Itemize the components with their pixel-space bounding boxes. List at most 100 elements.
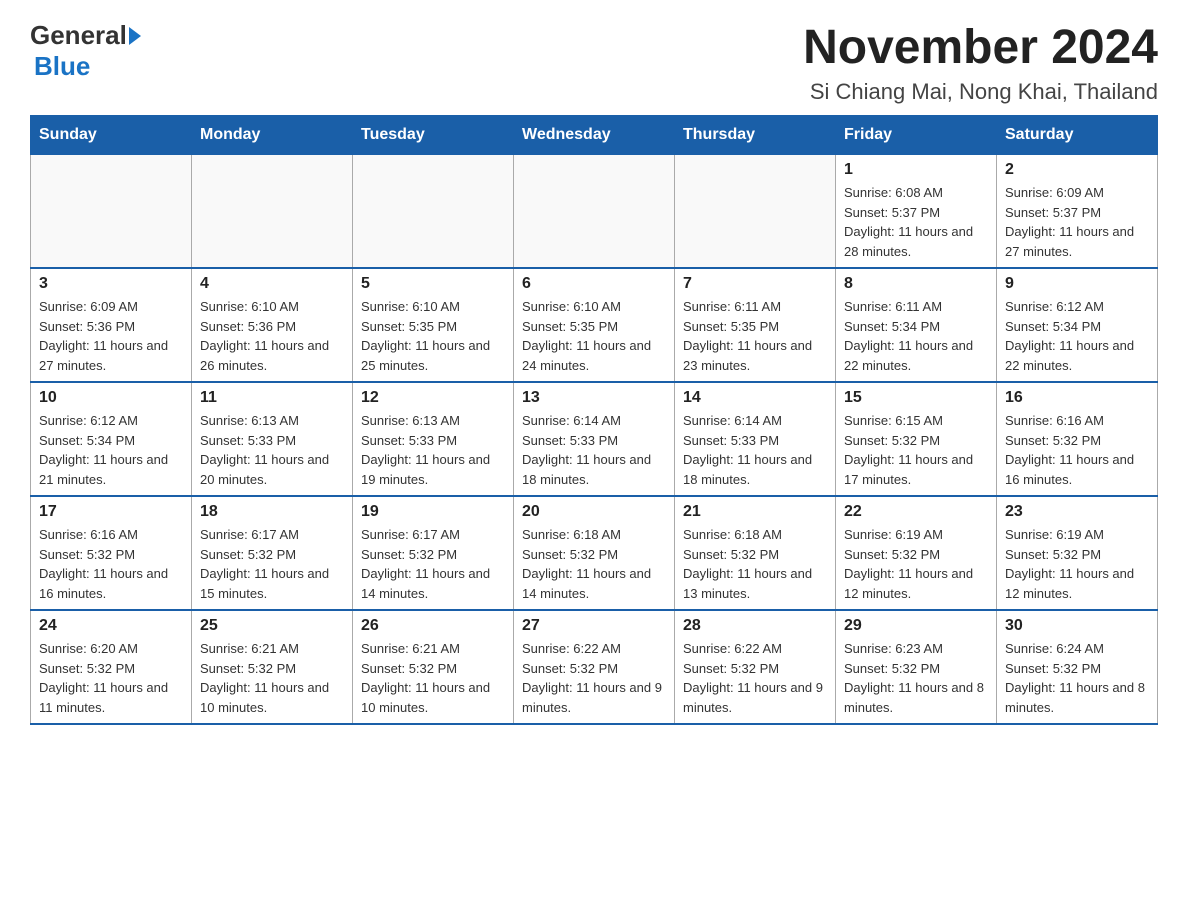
calendar-day-cell: 23 Sunrise: 6:19 AM Sunset: 5:32 PM Dayli… (997, 496, 1158, 610)
day-number: 30 (1005, 617, 1149, 635)
calendar-day-cell: 3Sunrise: 6:09 AM Sunset: 5:36 PM Daylig… (31, 268, 192, 382)
calendar-day-cell: 13 Sunrise: 6:14 AM Sunset: 5:33 PM Dayli… (514, 382, 675, 496)
calendar-day-cell: 8 Sunrise: 6:11 AM Sunset: 5:34 PM Daylig… (836, 268, 997, 382)
day-info: Sunrise: 6:14 AM Sunset: 5:33 PM Dayligh… (522, 411, 666, 489)
day-info: Sunrise: 6:17 AM Sunset: 5:32 PM Dayligh… (361, 525, 505, 603)
day-number: 15 (844, 389, 988, 407)
day-number: 8 (844, 275, 988, 293)
calendar-header-cell: Saturday (997, 116, 1158, 155)
calendar-day-cell (675, 155, 836, 269)
day-number: 4 (200, 275, 344, 293)
day-info: Sunrise: 6:22 AM Sunset: 5:32 PM Dayligh… (522, 639, 666, 717)
day-info: Sunrise: 6:24 AM Sunset: 5:32 PM Dayligh… (1005, 639, 1149, 717)
day-number: 29 (844, 617, 988, 635)
day-info: Sunrise: 6:18 AM Sunset: 5:32 PM Dayligh… (522, 525, 666, 603)
day-info: Sunrise: 6:16 AM Sunset: 5:32 PM Dayligh… (39, 525, 183, 603)
calendar-day-cell: 20 Sunrise: 6:18 AM Sunset: 5:32 PM Dayli… (514, 496, 675, 610)
calendar-day-cell: 28Sunrise: 6:22 AM Sunset: 5:32 PM Dayli… (675, 610, 836, 724)
calendar-day-cell: 21Sunrise: 6:18 AM Sunset: 5:32 PM Dayli… (675, 496, 836, 610)
subtitle: Si Chiang Mai, Nong Khai, Thailand (803, 79, 1158, 105)
title-block: November 2024 Si Chiang Mai, Nong Khai, … (803, 20, 1158, 105)
day-info: Sunrise: 6:10 AM Sunset: 5:36 PM Dayligh… (200, 297, 344, 375)
day-info: Sunrise: 6:17 AM Sunset: 5:32 PM Dayligh… (200, 525, 344, 603)
day-number: 10 (39, 389, 183, 407)
calendar-day-cell: 26 Sunrise: 6:21 AM Sunset: 5:32 PM Dayli… (353, 610, 514, 724)
day-info: Sunrise: 6:14 AM Sunset: 5:33 PM Dayligh… (683, 411, 827, 489)
calendar-day-cell: 24Sunrise: 6:20 AM Sunset: 5:32 PM Dayli… (31, 610, 192, 724)
calendar-day-cell: 9Sunrise: 6:12 AM Sunset: 5:34 PM Daylig… (997, 268, 1158, 382)
calendar-day-cell: 16 Sunrise: 6:16 AM Sunset: 5:32 PM Dayli… (997, 382, 1158, 496)
calendar-table: SundayMondayTuesdayWednesdayThursdayFrid… (30, 115, 1158, 725)
calendar-day-cell: 6 Sunrise: 6:10 AM Sunset: 5:35 PM Daylig… (514, 268, 675, 382)
day-info: Sunrise: 6:18 AM Sunset: 5:32 PM Dayligh… (683, 525, 827, 603)
day-info: Sunrise: 6:11 AM Sunset: 5:35 PM Dayligh… (683, 297, 827, 375)
day-number: 25 (200, 617, 344, 635)
calendar-header-cell: Thursday (675, 116, 836, 155)
day-number: 12 (361, 389, 505, 407)
day-number: 13 (522, 389, 666, 407)
day-number: 2 (1005, 161, 1149, 179)
calendar-day-cell: 11Sunrise: 6:13 AM Sunset: 5:33 PM Dayli… (192, 382, 353, 496)
day-info: Sunrise: 6:23 AM Sunset: 5:32 PM Dayligh… (844, 639, 988, 717)
calendar-day-cell: 27 Sunrise: 6:22 AM Sunset: 5:32 PM Dayli… (514, 610, 675, 724)
calendar-day-cell: 1 Sunrise: 6:08 AM Sunset: 5:37 PM Daylig… (836, 155, 997, 269)
day-info: Sunrise: 6:13 AM Sunset: 5:33 PM Dayligh… (200, 411, 344, 489)
calendar-body: 1 Sunrise: 6:08 AM Sunset: 5:37 PM Daylig… (31, 155, 1158, 725)
day-info: Sunrise: 6:19 AM Sunset: 5:32 PM Dayligh… (1005, 525, 1149, 603)
calendar-day-cell: 15Sunrise: 6:15 AM Sunset: 5:32 PM Dayli… (836, 382, 997, 496)
day-info: Sunrise: 6:10 AM Sunset: 5:35 PM Dayligh… (361, 297, 505, 375)
day-number: 19 (361, 503, 505, 521)
calendar-day-cell: 14 Sunrise: 6:14 AM Sunset: 5:33 PM Dayli… (675, 382, 836, 496)
logo-arrow-icon (129, 27, 141, 45)
calendar-day-cell: 2 Sunrise: 6:09 AM Sunset: 5:37 PM Daylig… (997, 155, 1158, 269)
day-number: 5 (361, 275, 505, 293)
day-number: 20 (522, 503, 666, 521)
calendar-header-cell: Sunday (31, 116, 192, 155)
day-info: Sunrise: 6:11 AM Sunset: 5:34 PM Dayligh… (844, 297, 988, 375)
logo-general-text: General (30, 20, 127, 51)
day-info: Sunrise: 6:13 AM Sunset: 5:33 PM Dayligh… (361, 411, 505, 489)
day-number: 26 (361, 617, 505, 635)
calendar-day-cell: 4 Sunrise: 6:10 AM Sunset: 5:36 PM Daylig… (192, 268, 353, 382)
day-info: Sunrise: 6:20 AM Sunset: 5:32 PM Dayligh… (39, 639, 183, 717)
calendar-day-cell (31, 155, 192, 269)
calendar-week-row: 1 Sunrise: 6:08 AM Sunset: 5:37 PM Daylig… (31, 155, 1158, 269)
logo-blue-text: Blue (34, 51, 90, 81)
calendar-header-cell: Tuesday (353, 116, 514, 155)
day-number: 6 (522, 275, 666, 293)
calendar-day-cell: 19 Sunrise: 6:17 AM Sunset: 5:32 PM Dayli… (353, 496, 514, 610)
calendar-week-row: 17 Sunrise: 6:16 AM Sunset: 5:32 PM Dayli… (31, 496, 1158, 610)
calendar-day-cell: 12 Sunrise: 6:13 AM Sunset: 5:33 PM Dayli… (353, 382, 514, 496)
day-number: 27 (522, 617, 666, 635)
day-info: Sunrise: 6:22 AM Sunset: 5:32 PM Dayligh… (683, 639, 827, 717)
calendar-day-cell (353, 155, 514, 269)
day-info: Sunrise: 6:10 AM Sunset: 5:35 PM Dayligh… (522, 297, 666, 375)
calendar-day-cell: 25Sunrise: 6:21 AM Sunset: 5:32 PM Dayli… (192, 610, 353, 724)
logo: General Blue (30, 20, 141, 82)
calendar-header-cell: Monday (192, 116, 353, 155)
day-info: Sunrise: 6:08 AM Sunset: 5:37 PM Dayligh… (844, 183, 988, 261)
calendar-day-cell: 10 Sunrise: 6:12 AM Sunset: 5:34 PM Dayli… (31, 382, 192, 496)
calendar-week-row: 24Sunrise: 6:20 AM Sunset: 5:32 PM Dayli… (31, 610, 1158, 724)
day-number: 22 (844, 503, 988, 521)
day-number: 1 (844, 161, 988, 179)
day-info: Sunrise: 6:09 AM Sunset: 5:37 PM Dayligh… (1005, 183, 1149, 261)
calendar-week-row: 10 Sunrise: 6:12 AM Sunset: 5:34 PM Dayli… (31, 382, 1158, 496)
day-info: Sunrise: 6:21 AM Sunset: 5:32 PM Dayligh… (361, 639, 505, 717)
day-number: 14 (683, 389, 827, 407)
calendar-day-cell: 29 Sunrise: 6:23 AM Sunset: 5:32 PM Dayli… (836, 610, 997, 724)
day-info: Sunrise: 6:12 AM Sunset: 5:34 PM Dayligh… (1005, 297, 1149, 375)
day-info: Sunrise: 6:12 AM Sunset: 5:34 PM Dayligh… (39, 411, 183, 489)
page-header: General Blue November 2024 Si Chiang Mai… (30, 20, 1158, 105)
day-number: 17 (39, 503, 183, 521)
day-number: 23 (1005, 503, 1149, 521)
calendar-day-cell: 30 Sunrise: 6:24 AM Sunset: 5:32 PM Dayli… (997, 610, 1158, 724)
calendar-day-cell (514, 155, 675, 269)
day-info: Sunrise: 6:19 AM Sunset: 5:32 PM Dayligh… (844, 525, 988, 603)
calendar-header-row: SundayMondayTuesdayWednesdayThursdayFrid… (31, 116, 1158, 155)
calendar-day-cell: 17 Sunrise: 6:16 AM Sunset: 5:32 PM Dayli… (31, 496, 192, 610)
day-info: Sunrise: 6:16 AM Sunset: 5:32 PM Dayligh… (1005, 411, 1149, 489)
day-number: 16 (1005, 389, 1149, 407)
calendar-week-row: 3Sunrise: 6:09 AM Sunset: 5:36 PM Daylig… (31, 268, 1158, 382)
day-info: Sunrise: 6:09 AM Sunset: 5:36 PM Dayligh… (39, 297, 183, 375)
